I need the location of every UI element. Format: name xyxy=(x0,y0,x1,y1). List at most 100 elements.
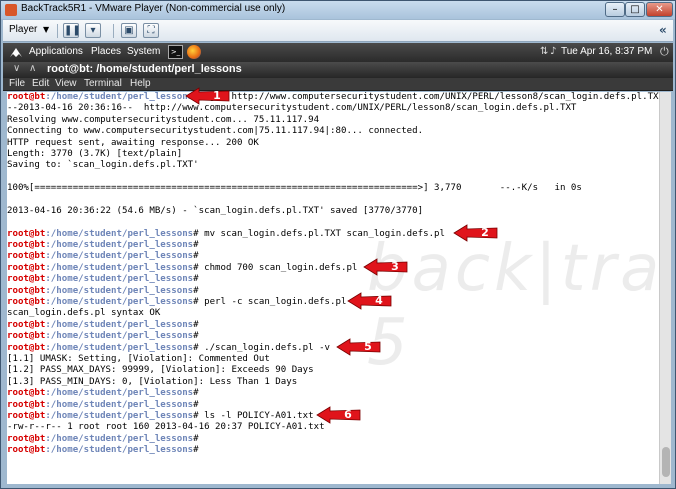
annotation-number: 5 xyxy=(364,339,372,353)
command-text: # wget http://www.computersecuritystuden… xyxy=(193,92,659,102)
command-text: # mv scan_login.defs.pl.TXT scan_login.d… xyxy=(193,228,446,239)
chevron-down-icon[interactable]: ▼ xyxy=(43,25,49,34)
command-text: # ./scan_login.defs.pl -v xyxy=(193,342,331,353)
vmware-app-icon xyxy=(5,4,17,16)
terminal-output-line: --2013-04-16 20:36:16-- http://www.compu… xyxy=(7,103,577,114)
prompt-path: :/home/student/perl_lessons xyxy=(45,92,194,102)
toolbar-divider xyxy=(57,24,58,38)
prompt-path: :/home/student/perl_lessons xyxy=(45,331,194,342)
prompt-user: root@bt xyxy=(7,319,46,330)
window-title: BackTrack5R1 - VMware Player (Non-commer… xyxy=(21,3,286,14)
annotation-number: 3 xyxy=(391,260,399,273)
prompt-user: root@bt xyxy=(7,410,46,421)
applications-menu[interactable]: Applications xyxy=(29,46,83,57)
toolbar-divider xyxy=(113,24,114,38)
close-button[interactable]: ✕ xyxy=(646,2,673,17)
pause-icon[interactable]: ❚❚ xyxy=(63,23,81,38)
menu-terminal[interactable]: Terminal xyxy=(84,78,122,89)
annotation-arrow: 4 xyxy=(347,292,393,310)
prompt-user: root@bt xyxy=(7,399,46,410)
places-menu[interactable]: Places xyxy=(91,46,121,57)
prompt-user: root@bt xyxy=(7,92,46,102)
terminal-prompt-line: root@bt:/home/student/perl_lessons# xyxy=(7,274,659,285)
prompt-path: :/home/student/perl_lessons xyxy=(45,251,194,262)
annotation-number: 2 xyxy=(481,225,489,239)
vmware-window: BackTrack5R1 - VMware Player (Non-commer… xyxy=(0,0,676,489)
annotation-arrow: 2 xyxy=(453,224,499,242)
menu-file[interactable]: File xyxy=(9,78,25,89)
chevron-up-icon[interactable]: ∧ xyxy=(29,63,36,74)
prompt-path: :/home/student/perl_lessons xyxy=(45,342,194,353)
annotation-arrow: 1 xyxy=(185,87,231,105)
terminal-prompt-line: root@bt:/home/student/perl_lessons# xyxy=(7,251,659,262)
terminal-output-line: [1.3] PASS_MIN_DAYS: 0, [Violation]: Les… xyxy=(7,376,298,387)
annotation-arrow: 5 xyxy=(336,338,382,356)
terminal-prompt-line: root@bt:/home/student/perl_lessons# xyxy=(7,434,659,445)
terminal-prompt-line: root@bt:/home/student/perl_lessons# mv s… xyxy=(7,229,659,240)
menu-help[interactable]: Help xyxy=(130,78,151,89)
prompt-user: root@bt xyxy=(7,285,46,296)
terminal-menubar: File Edit View Terminal Help xyxy=(3,78,673,91)
fullscreen-icon[interactable]: ⛶ xyxy=(143,23,159,38)
unity-icon[interactable]: ▣ xyxy=(121,23,137,38)
command-text: # xyxy=(193,331,199,342)
terminal-title: root@bt: /home/student/perl_lessons xyxy=(47,63,242,75)
minimize-button[interactable]: – xyxy=(605,2,625,17)
prompt-path: :/home/student/perl_lessons xyxy=(45,228,194,239)
command-text: # xyxy=(193,399,199,410)
prompt-user: root@bt xyxy=(7,297,46,308)
menu-view[interactable]: View xyxy=(55,78,77,89)
terminal-output-line: [1.1] UMASK: Setting, [Violation]: Comme… xyxy=(7,353,270,364)
chevron-down-icon[interactable]: ∨ xyxy=(13,63,20,74)
terminal-launcher-icon[interactable]: >_ xyxy=(168,45,183,59)
annotation-number: 1 xyxy=(213,89,221,102)
send-keys-icon[interactable]: ▾ xyxy=(85,23,101,38)
terminal-titlebar[interactable]: ∨ ∧ root@bt: /home/student/perl_lessons xyxy=(3,62,673,78)
player-menu[interactable]: Player xyxy=(9,24,37,35)
terminal-output-line: HTTP request sent, awaiting response... … xyxy=(7,137,259,148)
prompt-user: root@bt xyxy=(7,388,46,399)
terminal-output-line: 2013-04-16 20:36:22 (54.6 MB/s) - `scan_… xyxy=(7,205,424,216)
prompt-path: :/home/student/perl_lessons xyxy=(45,410,194,421)
terminal-prompt-line: root@bt:/home/student/perl_lessons# chmo… xyxy=(7,263,659,274)
terminal-prompt-line: root@bt:/home/student/perl_lessons# xyxy=(7,320,659,331)
system-menu[interactable]: System xyxy=(127,46,160,57)
prompt-path: :/home/student/perl_lessons xyxy=(45,262,194,273)
terminal-prompt-line: root@bt:/home/student/perl_lessons# xyxy=(7,445,659,456)
vmware-toolbar: Player ▼ ❚❚ ▾ ▣ ⛶ « xyxy=(3,20,673,42)
volume-icon[interactable]: ♪ xyxy=(550,46,556,57)
terminal-output[interactable]: back|track 5 root@bt:/home/student/perl_… xyxy=(7,92,659,484)
prompt-user: root@bt xyxy=(7,262,46,273)
terminal-prompt-line: root@bt:/home/student/perl_lessons# xyxy=(7,331,659,342)
terminal-scrollbar[interactable] xyxy=(659,92,671,484)
terminal-output-line: Length: 3770 (3.7K) [text/plain] xyxy=(7,148,183,159)
command-text: # xyxy=(193,445,199,456)
firefox-icon[interactable] xyxy=(187,45,201,59)
terminal-prompt-line: root@bt:/home/student/perl_lessons# xyxy=(7,240,659,251)
prompt-path: :/home/student/perl_lessons xyxy=(45,240,194,251)
backtrack-dragon-icon[interactable] xyxy=(9,46,23,59)
power-icon[interactable]: ⏻ xyxy=(660,45,669,59)
scrollbar-thumb[interactable] xyxy=(662,447,670,477)
terminal-prompt-line: root@bt:/home/student/perl_lessons# wget… xyxy=(7,92,659,103)
prompt-path: :/home/student/perl_lessons xyxy=(45,399,194,410)
prompt-path: :/home/student/perl_lessons xyxy=(45,388,194,399)
terminal-output-line: Resolving www.computersecuritystudent.co… xyxy=(7,114,320,125)
maximize-button[interactable]: □ xyxy=(625,2,645,17)
command-text: # xyxy=(193,240,199,251)
prompt-path: :/home/student/perl_lessons xyxy=(45,445,194,456)
terminal-output-line: Connecting to www.computersecuritystuden… xyxy=(7,126,424,137)
prompt-user: root@bt xyxy=(7,433,46,444)
window-titlebar[interactable]: BackTrack5R1 - VMware Player (Non-commer… xyxy=(1,1,675,19)
chevron-left-icon[interactable]: « xyxy=(659,23,667,37)
menu-edit[interactable]: Edit xyxy=(32,78,49,89)
network-icon[interactable]: ⇅ xyxy=(540,46,548,57)
prompt-path: :/home/student/perl_lessons xyxy=(45,285,194,296)
command-text: # xyxy=(193,251,199,262)
command-text: # xyxy=(193,433,199,444)
prompt-path: :/home/student/perl_lessons xyxy=(45,297,194,308)
command-text: # xyxy=(193,319,199,330)
panel-clock[interactable]: Tue Apr 16, 8:37 PM xyxy=(561,46,652,57)
